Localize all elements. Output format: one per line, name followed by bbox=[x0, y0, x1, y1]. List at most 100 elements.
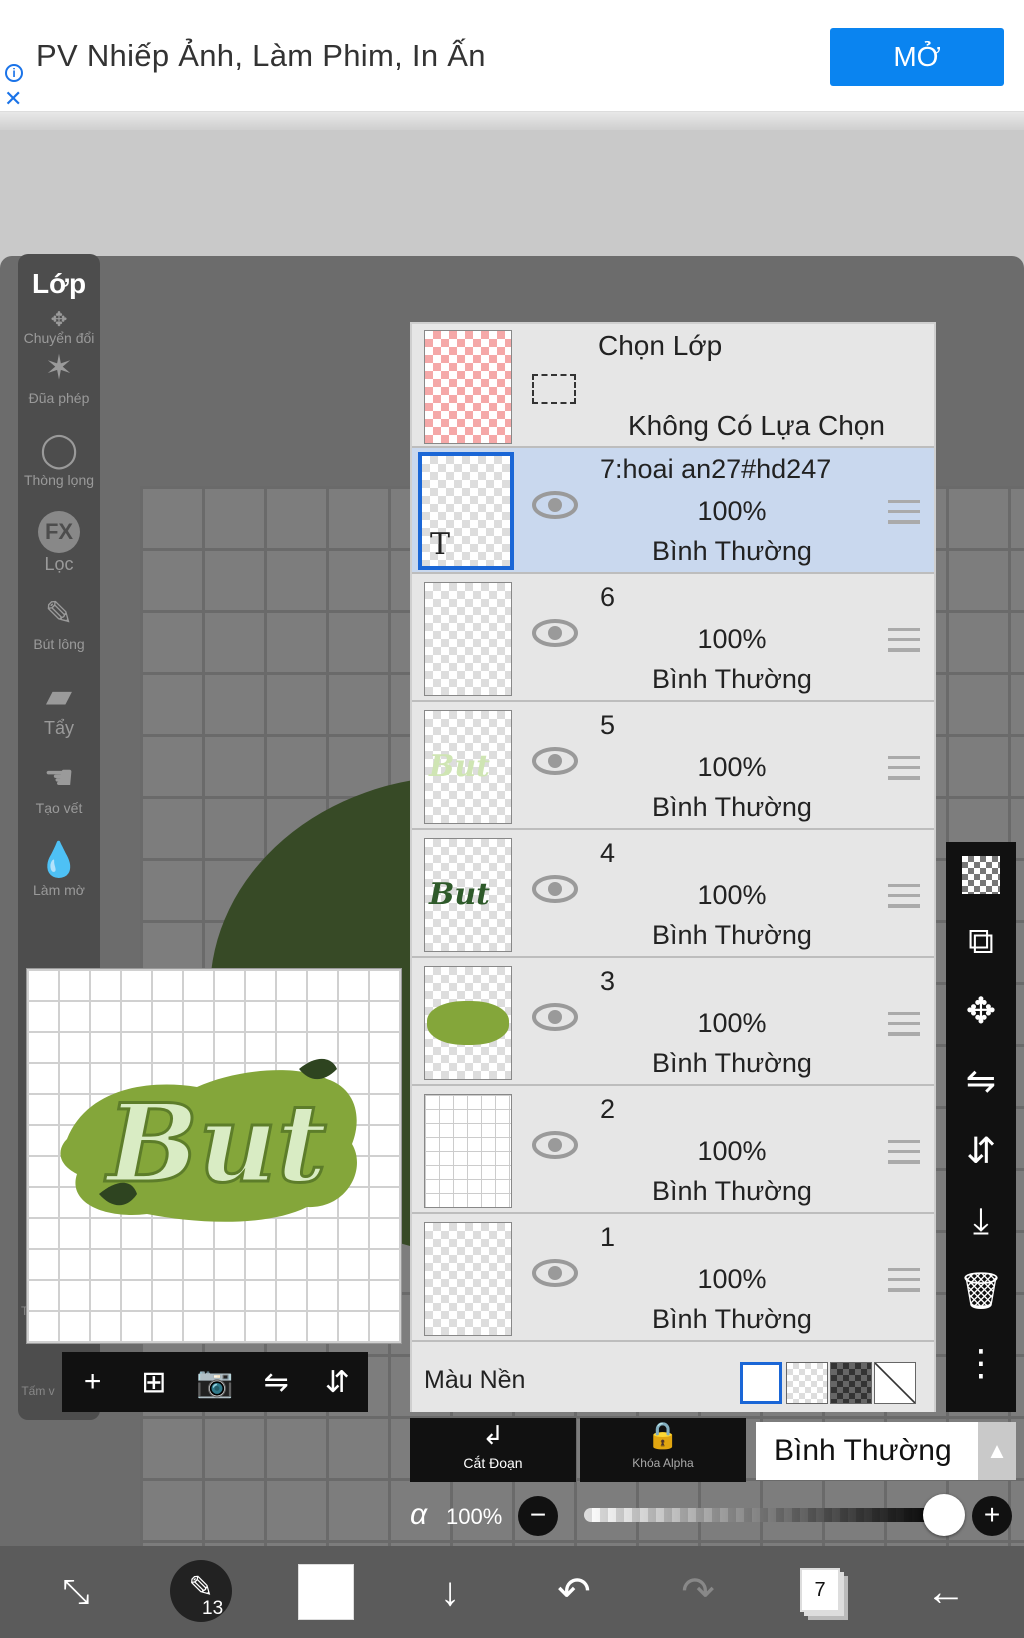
flip-vertical-icon[interactable]: ⇵ bbox=[311, 1365, 363, 1400]
layer-thumbnail[interactable] bbox=[424, 1222, 512, 1336]
preview-artwork: But bbox=[60, 1058, 357, 1222]
drag-handle-icon[interactable] bbox=[888, 1140, 920, 1164]
opacity-decrease-button[interactable]: − bbox=[518, 1496, 558, 1536]
layer-name: 7:hoai an27#hd247 bbox=[600, 454, 832, 484]
blend-mode-select[interactable]: Bình Thường bbox=[756, 1422, 978, 1480]
bg-dark-swatch[interactable] bbox=[830, 1362, 872, 1404]
drag-handle-icon[interactable] bbox=[888, 1012, 920, 1036]
add-layer-icon[interactable]: + bbox=[67, 1365, 119, 1399]
ad-title[interactable]: PV Nhiếp Ảnh, Làm Phim, In Ấn bbox=[36, 38, 486, 74]
tool-eraser[interactable]: ▰ Tẩy bbox=[18, 674, 100, 739]
opacity-increase-button[interactable]: + bbox=[972, 1496, 1012, 1536]
tool-magic-wand[interactable]: ✶ Đũa phép bbox=[18, 346, 100, 406]
layer-row[interactable]: 1 100% Bình Thường bbox=[412, 1216, 934, 1342]
canvas-preview[interactable]: But bbox=[26, 968, 402, 1344]
close-icon[interactable]: ✕ bbox=[4, 88, 22, 110]
eye-icon[interactable] bbox=[532, 1002, 578, 1032]
redo-icon[interactable]: ↷ bbox=[668, 1546, 728, 1638]
layer-row[interactable]: T 7:hoai an27#hd247 100% Bình Thường bbox=[412, 448, 934, 574]
layer-opacity: 100% bbox=[697, 1008, 767, 1038]
layer-thumbnail[interactable]: But bbox=[424, 838, 512, 952]
drag-handle-icon[interactable] bbox=[888, 628, 920, 652]
transform-icon[interactable]: ⧉ bbox=[946, 920, 1016, 963]
flip-vertical-icon[interactable]: ⇵ bbox=[946, 1130, 1016, 1172]
eye-icon[interactable] bbox=[532, 618, 578, 648]
alpha-lock-label: Khóa Alpha bbox=[632, 1456, 694, 1470]
add-copy-layer-icon[interactable]: ⊞ bbox=[128, 1365, 180, 1400]
drag-handle-icon[interactable] bbox=[888, 884, 920, 908]
opacity-slider-knob[interactable] bbox=[923, 1494, 965, 1536]
tool-blur[interactable]: 💧 Làm mờ bbox=[18, 838, 100, 898]
trash-icon[interactable]: 🗑 bbox=[946, 1270, 1016, 1312]
layer-thumbnail[interactable]: But bbox=[424, 710, 512, 824]
layer-tool-title[interactable]: Lớp bbox=[18, 268, 100, 300]
tool-lasso[interactable]: ◯ Thòng lọng bbox=[18, 428, 100, 488]
layer-name: 2 bbox=[600, 1094, 616, 1124]
layer-row[interactable]: But 4 100% Bình Thường bbox=[412, 832, 934, 958]
layer-thumbnail[interactable]: T bbox=[418, 452, 514, 570]
drag-handle-icon[interactable] bbox=[888, 756, 920, 780]
ad-banner[interactable]: i ✕ PV Nhiếp Ảnh, Làm Phim, In Ấn MỞ bbox=[0, 0, 1024, 112]
info-icon[interactable]: i bbox=[5, 64, 23, 82]
tool-label: Tạo vết bbox=[35, 800, 83, 816]
bg-white-swatch[interactable] bbox=[740, 1362, 782, 1404]
layer-thumbnail[interactable] bbox=[424, 966, 512, 1080]
tool-label-partial: Tấm v bbox=[21, 1384, 55, 1398]
ad-open-button[interactable]: MỞ bbox=[830, 28, 1004, 86]
tool-label: Chuyển đổi bbox=[23, 330, 95, 346]
chevron-up-icon[interactable]: ▲ bbox=[978, 1422, 1016, 1480]
drag-handle-icon[interactable] bbox=[888, 500, 920, 524]
preview-toolbar: + ⊞ 📷 ⇋ ⇵ bbox=[62, 1352, 368, 1412]
smudge-icon: ☚ bbox=[43, 759, 75, 797]
layer-row[interactable]: 2 100% Bình Thường bbox=[412, 1088, 934, 1214]
layer-thumbnail[interactable] bbox=[424, 1094, 512, 1208]
flip-horizontal-icon[interactable]: ⇋ bbox=[250, 1365, 302, 1400]
layer-row[interactable]: 3 100% Bình Thường bbox=[412, 960, 934, 1086]
eye-icon[interactable] bbox=[532, 1130, 578, 1160]
color-picker-button[interactable] bbox=[298, 1564, 354, 1620]
bg-transparent-swatch[interactable] bbox=[786, 1362, 828, 1404]
layer-thumbnail[interactable] bbox=[424, 582, 512, 696]
more-vertical-icon[interactable]: ⋮ bbox=[946, 1342, 1016, 1384]
bg-none-swatch[interactable] bbox=[874, 1362, 916, 1404]
background-color-row: Màu Nền bbox=[412, 1350, 934, 1412]
layer-name: 3 bbox=[600, 966, 616, 996]
opacity-row: α 100% − + bbox=[410, 1490, 1024, 1542]
undo-icon[interactable]: ↶ bbox=[544, 1546, 604, 1638]
layer-row[interactable]: But 5 100% Bình Thường bbox=[412, 704, 934, 830]
layers-button[interactable]: 7 bbox=[800, 1568, 840, 1612]
lasso-icon: ◯ bbox=[39, 431, 79, 469]
tool-transform[interactable]: ✥ Chuyển đổi bbox=[18, 310, 100, 346]
eye-icon[interactable] bbox=[532, 874, 578, 904]
transform-tool-icon[interactable]: ⤡ bbox=[46, 1546, 106, 1638]
tool-filter[interactable]: FX Lọc bbox=[18, 510, 100, 575]
eraser-icon: ▰ bbox=[45, 677, 73, 715]
preview-art-text: But bbox=[104, 1081, 327, 1207]
arrow-down-icon[interactable]: ↓ bbox=[420, 1546, 480, 1638]
back-arrow-icon[interactable]: ← bbox=[916, 1546, 976, 1638]
eye-icon[interactable] bbox=[532, 746, 578, 776]
checker-icon[interactable] bbox=[946, 856, 1016, 903]
alpha-lock-button[interactable]: 🔒 Khóa Alpha bbox=[580, 1418, 746, 1482]
tool-smudge[interactable]: ☚ Tạo vết bbox=[18, 756, 100, 816]
clip-arrow-icon: ↲ bbox=[482, 1420, 504, 1450]
layer-row[interactable]: 6 100% Bình Thường bbox=[412, 576, 934, 702]
clipping-label: Cắt Đoạn bbox=[463, 1455, 523, 1471]
camera-icon[interactable]: 📷 bbox=[189, 1365, 241, 1400]
layer-name: 1 bbox=[600, 1222, 616, 1252]
eye-icon[interactable] bbox=[532, 490, 578, 520]
layer-name: 5 bbox=[600, 710, 616, 740]
move-icon[interactable]: ✥ bbox=[946, 990, 1016, 1032]
selection-layer-row[interactable]: Chọn Lớp Không Có Lựa Chọn bbox=[412, 324, 934, 448]
brush-size-value: 13 bbox=[202, 1598, 224, 1619]
tool-label: Bút lông bbox=[33, 636, 85, 652]
eye-icon[interactable] bbox=[532, 1258, 578, 1288]
opacity-slider[interactable] bbox=[584, 1508, 944, 1522]
merge-down-icon[interactable]: ⤓ bbox=[946, 1200, 1016, 1243]
drag-handle-icon[interactable] bbox=[888, 1268, 920, 1292]
move-cross-icon: ✥ bbox=[50, 309, 68, 331]
tool-brush[interactable]: ✎ Bút lông bbox=[18, 592, 100, 652]
clipping-button[interactable]: ↲ Cắt Đoạn bbox=[410, 1418, 576, 1482]
layer-blend-mode: Bình Thường bbox=[652, 536, 812, 566]
flip-horizontal-icon[interactable]: ⇋ bbox=[946, 1060, 1016, 1102]
